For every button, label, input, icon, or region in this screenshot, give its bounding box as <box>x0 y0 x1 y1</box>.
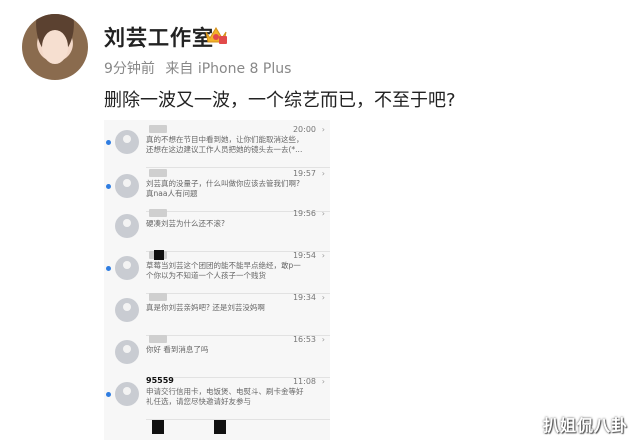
redacted-block <box>149 124 167 133</box>
list-item[interactable]: 19:54 › 草莓当刘芸这个团团的能不能早点绝经，敢p一个你以为不知道一个人孩… <box>104 248 330 294</box>
list-item[interactable]: 19:56 › 硬凑刘芸为什么还不滚? <box>104 206 330 252</box>
list-item[interactable]: 20:00 › 真的不想在节目中看到她，让你们能取消这些，还想在这边建议工作人员… <box>104 122 330 168</box>
redacted-block <box>152 420 164 434</box>
redacted-block <box>214 420 226 434</box>
chevron-right-icon: › <box>321 125 325 134</box>
chevron-right-icon: › <box>321 335 325 344</box>
message-time: 19:34 <box>292 293 316 302</box>
contact-avatar <box>115 298 139 322</box>
sms-screenshot[interactable]: 20:00 › 真的不想在节目中看到她，让你们能取消这些，还想在这边建议工作人员… <box>104 120 330 440</box>
message-preview: 你好 看到消息了吗 <box>146 345 209 354</box>
sender <box>146 168 167 177</box>
chevron-right-icon: › <box>321 251 325 260</box>
redacted-block <box>149 168 167 177</box>
crown-icon <box>205 27 227 44</box>
list-item[interactable]: 16:53 › 你好 看到消息了吗 <box>104 332 330 378</box>
user-name[interactable]: 刘芸工作室 <box>104 22 214 52</box>
redacted-block <box>149 334 167 343</box>
unread-dot <box>106 392 111 397</box>
contact-avatar <box>115 340 139 364</box>
sender <box>146 208 167 217</box>
message-preview: 申请交行信用卡，电饭煲、电熨斗、刷卡金等好礼任选，请您尽快邀请好友参与 <box>146 387 304 406</box>
list-item[interactable]: 19:34 › 真是你刘芸亲妈吧? 还是刘芸没妈啊 <box>104 290 330 336</box>
post-source[interactable]: 来自 iPhone 8 Plus <box>165 61 291 77</box>
message-preview: 硬凑刘芸为什么还不滚? <box>146 219 225 228</box>
sender <box>146 292 167 301</box>
sender <box>146 334 167 343</box>
message-time: 20:00 <box>292 125 316 134</box>
unread-dot <box>106 140 111 145</box>
message-time: 19:54 <box>292 251 316 260</box>
message-time: 19:56 <box>292 209 316 218</box>
contact-avatar <box>115 214 139 238</box>
chevron-right-icon: › <box>321 377 325 386</box>
redacted-block <box>149 208 167 217</box>
avatar[interactable] <box>22 14 88 80</box>
unread-dot <box>106 266 111 271</box>
watermark: 扒姐侃八卦 <box>542 416 628 435</box>
chevron-right-icon: › <box>321 293 325 302</box>
message-preview: 真的不想在节目中看到她，让你们能取消这些，还想在这边建议工作人员把她的镜头去一去… <box>146 135 304 154</box>
contact-avatar <box>115 256 139 280</box>
divider <box>146 419 330 420</box>
sender <box>146 124 167 133</box>
sender: 95559 <box>146 376 174 385</box>
post-meta: 9分钟前 来自 iPhone 8 Plus <box>104 58 297 78</box>
message-preview: 草莓当刘芸这个团团的能不能早点绝经，敢p一个你以为不知道一个人孩子一个贱货 <box>146 261 301 280</box>
message-preview: 真是你刘芸亲妈吧? 还是刘芸没妈啊 <box>146 303 265 312</box>
message-time: 19:57 <box>292 169 316 178</box>
post-time: 9分钟前 <box>104 61 155 77</box>
contact-avatar <box>115 130 139 154</box>
list-item[interactable]: 95559 11:08 › 申请交行信用卡，电饭煲、电熨斗、刷卡金等好礼任选，请… <box>104 374 330 420</box>
message-preview: 刘芸真的没量子，什么叫做你应该去管我们啊? 真naa人有问题 <box>146 179 300 198</box>
redacted-block <box>149 292 167 301</box>
avatar-face <box>42 30 68 64</box>
contact-avatar <box>115 174 139 198</box>
message-time: 16:53 <box>292 335 316 344</box>
chevron-right-icon: › <box>321 209 325 218</box>
contact-avatar <box>115 382 139 406</box>
chevron-right-icon: › <box>321 169 325 178</box>
redacted-block <box>154 250 164 260</box>
unread-dot <box>106 184 111 189</box>
post-text: 删除一波又一波，一个综艺而已，不至于吧? <box>104 90 456 111</box>
message-time: 11:08 <box>292 377 316 386</box>
